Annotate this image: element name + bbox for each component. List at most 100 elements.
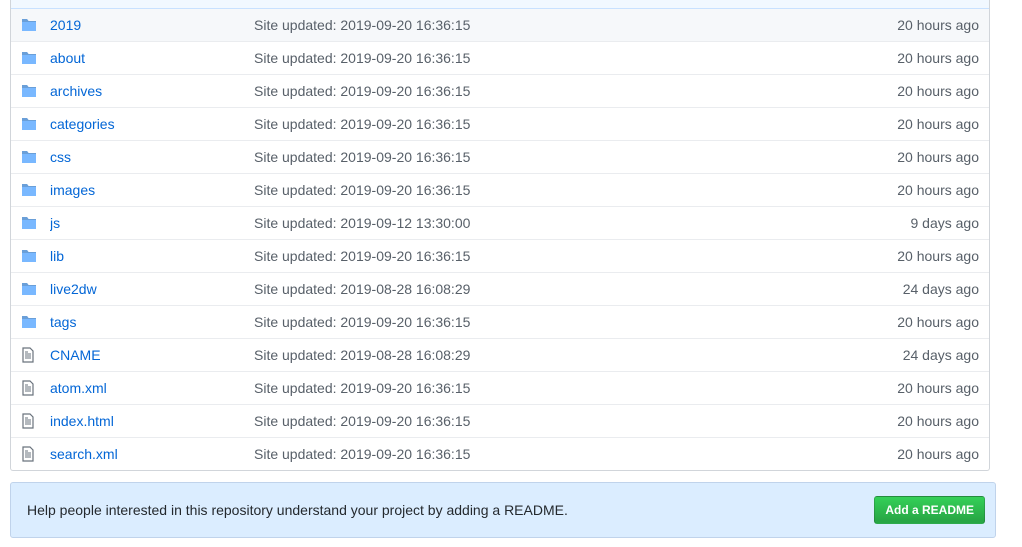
file-name-link[interactable]: css: [50, 149, 71, 165]
commit-age: 20 hours ago: [897, 83, 979, 99]
file-row[interactable]: lib Site updated: 2019-09-20 16:36:15 20 h…: [11, 239, 989, 272]
commit-age: 20 hours ago: [897, 314, 979, 330]
commit-age: 20 hours ago: [897, 182, 979, 198]
commit-age: 24 days ago: [902, 347, 979, 363]
file-name-link[interactable]: archives: [50, 83, 102, 99]
file-name-link[interactable]: 2019: [50, 17, 81, 33]
commit-message-cell: Site updated: 2019-09-20 16:36:15: [254, 83, 839, 99]
folder-icon: [11, 183, 50, 197]
file-row[interactable]: live2dw Site updated: 2019-08-28 16:08:29…: [11, 272, 989, 305]
folder-icon: [11, 282, 50, 296]
file-rows: 2019 Site updated: 2019-09-20 16:36:15 20 …: [11, 9, 989, 470]
table-header-strip: [11, 0, 989, 9]
add-readme-button[interactable]: Add a README: [874, 496, 985, 524]
commit-age: 24 days ago: [902, 281, 979, 297]
file-name-cell: lib: [50, 248, 254, 264]
file-row[interactable]: 2019 Site updated: 2019-09-20 16:36:15 20 …: [11, 9, 989, 41]
commit-message-cell: Site updated: 2019-09-20 16:36:15: [254, 380, 839, 396]
commit-message-cell: Site updated: 2019-09-20 16:36:15: [254, 50, 839, 66]
readme-prompt-text: Help people interested in this repositor…: [27, 502, 568, 518]
folder-icon: [11, 216, 50, 230]
file-row[interactable]: archives Site updated: 2019-09-20 16:36:1…: [11, 74, 989, 107]
folder-icon: [11, 315, 50, 329]
file-name-cell: index.html: [50, 413, 254, 429]
file-name-link[interactable]: about: [50, 50, 85, 66]
folder-icon: [11, 117, 50, 131]
commit-message-cell: Site updated: 2019-08-28 16:08:29: [254, 281, 839, 297]
folder-icon: [11, 51, 50, 65]
commit-message-link[interactable]: Site updated: 2019-09-12 13:30:00: [254, 215, 470, 231]
commit-message-link[interactable]: Site updated: 2019-09-20 16:36:15: [254, 248, 470, 264]
commit-message-cell: Site updated: 2019-09-20 16:36:15: [254, 446, 839, 462]
file-name-cell: archives: [50, 83, 254, 99]
file-name-link[interactable]: index.html: [50, 413, 114, 429]
file-name-cell: CNAME: [50, 347, 254, 363]
commit-message-link[interactable]: Site updated: 2019-09-20 16:36:15: [254, 116, 470, 132]
commit-age: 20 hours ago: [897, 149, 979, 165]
readme-prompt-banner: Help people interested in this repositor…: [10, 482, 996, 538]
file-name-link[interactable]: js: [50, 215, 60, 231]
file-name-cell: tags: [50, 314, 254, 330]
commit-message-cell: Site updated: 2019-09-20 16:36:15: [254, 116, 839, 132]
commit-message-link[interactable]: Site updated: 2019-09-20 16:36:15: [254, 380, 470, 396]
commit-age: 20 hours ago: [897, 50, 979, 66]
file-name-cell: live2dw: [50, 281, 254, 297]
commit-message-cell: Site updated: 2019-09-20 16:36:15: [254, 149, 839, 165]
commit-message-link[interactable]: Site updated: 2019-09-20 16:36:15: [254, 413, 470, 429]
commit-message-link[interactable]: Site updated: 2019-09-20 16:36:15: [254, 182, 470, 198]
file-name-cell: about: [50, 50, 254, 66]
file-name-cell: categories: [50, 116, 254, 132]
commit-message-link[interactable]: Site updated: 2019-09-20 16:36:15: [254, 446, 470, 462]
file-icon: [11, 380, 50, 396]
commit-message-cell: Site updated: 2019-09-20 16:36:15: [254, 314, 839, 330]
commit-message-link[interactable]: Site updated: 2019-09-20 16:36:15: [254, 50, 470, 66]
file-row[interactable]: index.html Site updated: 2019-09-20 16:36…: [11, 404, 989, 437]
folder-icon: [11, 84, 50, 98]
file-name-link[interactable]: images: [50, 182, 95, 198]
file-name-link[interactable]: atom.xml: [50, 380, 107, 396]
file-name-cell: images: [50, 182, 254, 198]
file-row[interactable]: categories Site updated: 2019-09-20 16:36…: [11, 107, 989, 140]
file-row[interactable]: css Site updated: 2019-09-20 16:36:15 20 h…: [11, 140, 989, 173]
commit-message-link[interactable]: Site updated: 2019-09-20 16:36:15: [254, 314, 470, 330]
commit-age: 20 hours ago: [897, 446, 979, 462]
file-row[interactable]: tags Site updated: 2019-09-20 16:36:15 20 …: [11, 305, 989, 338]
commit-age: 20 hours ago: [897, 116, 979, 132]
file-row[interactable]: js Site updated: 2019-09-12 13:30:00 9 day…: [11, 206, 989, 239]
commit-age: 20 hours ago: [897, 413, 979, 429]
file-icon: [11, 413, 50, 429]
commit-message-link[interactable]: Site updated: 2019-09-20 16:36:15: [254, 17, 470, 33]
commit-age: 20 hours ago: [897, 17, 979, 33]
commit-message-link[interactable]: Site updated: 2019-09-20 16:36:15: [254, 83, 470, 99]
file-row[interactable]: about Site updated: 2019-09-20 16:36:15 20…: [11, 41, 989, 74]
file-name-link[interactable]: live2dw: [50, 281, 97, 297]
folder-icon: [11, 18, 50, 32]
file-name-cell: atom.xml: [50, 380, 254, 396]
file-row[interactable]: atom.xml Site updated: 2019-09-20 16:36:1…: [11, 371, 989, 404]
commit-message-cell: Site updated: 2019-09-20 16:36:15: [254, 248, 839, 264]
file-name-cell: 2019: [50, 17, 254, 33]
file-row[interactable]: images Site updated: 2019-09-20 16:36:15 2…: [11, 173, 989, 206]
file-name-link[interactable]: CNAME: [50, 347, 101, 363]
commit-message-link[interactable]: Site updated: 2019-09-20 16:36:15: [254, 149, 470, 165]
commit-message-link[interactable]: Site updated: 2019-08-28 16:08:29: [254, 347, 470, 363]
commit-age: 20 hours ago: [897, 248, 979, 264]
commit-message-cell: Site updated: 2019-09-12 13:30:00: [254, 215, 839, 231]
commit-message-cell: Site updated: 2019-09-20 16:36:15: [254, 17, 839, 33]
file-name-link[interactable]: lib: [50, 248, 64, 264]
file-row[interactable]: search.xml Site updated: 2019-09-20 16:36…: [11, 437, 989, 470]
file-name-link[interactable]: search.xml: [50, 446, 118, 462]
folder-icon: [11, 150, 50, 164]
file-name-cell: css: [50, 149, 254, 165]
file-list-table: 2019 Site updated: 2019-09-20 16:36:15 20 …: [10, 0, 990, 471]
file-name-link[interactable]: categories: [50, 116, 115, 132]
commit-message-cell: Site updated: 2019-09-20 16:36:15: [254, 413, 839, 429]
commit-message-link[interactable]: Site updated: 2019-08-28 16:08:29: [254, 281, 470, 297]
file-name-link[interactable]: tags: [50, 314, 76, 330]
file-name-cell: search.xml: [50, 446, 254, 462]
commit-message-cell: Site updated: 2019-08-28 16:08:29: [254, 347, 839, 363]
file-icon: [11, 347, 50, 363]
file-icon: [11, 446, 50, 462]
file-row[interactable]: CNAME Site updated: 2019-08-28 16:08:29 24…: [11, 338, 989, 371]
file-name-cell: js: [50, 215, 254, 231]
